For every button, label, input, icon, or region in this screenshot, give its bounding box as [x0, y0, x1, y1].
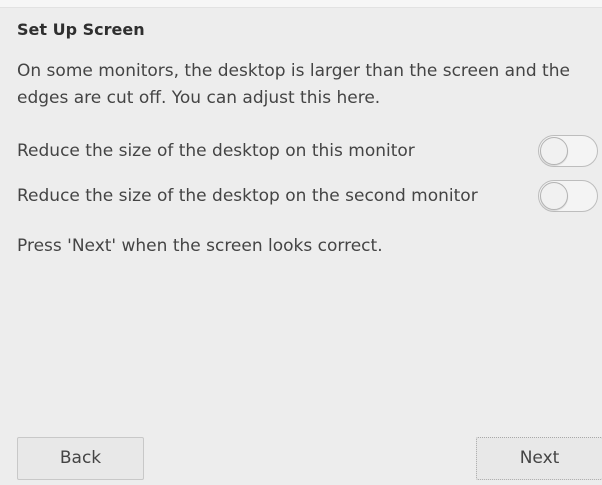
toggle-knob	[540, 137, 568, 165]
setup-screen-dialog: Set Up Screen On some monitors, the desk…	[0, 0, 602, 485]
window-top-strip	[0, 0, 602, 8]
instruction-note: Press 'Next' when the screen looks corre…	[17, 236, 383, 256]
reduce-desktop-this-monitor-toggle[interactable]	[538, 135, 598, 167]
toggle-knob	[540, 182, 568, 210]
reduce-desktop-this-monitor-label: Reduce the size of the desktop on this m…	[17, 141, 415, 161]
back-button[interactable]: Back	[17, 437, 144, 480]
reduce-desktop-second-monitor-toggle[interactable]	[538, 180, 598, 212]
page-title: Set Up Screen	[17, 20, 145, 39]
reduce-desktop-second-monitor-label: Reduce the size of the desktop on the se…	[17, 186, 478, 206]
next-button[interactable]: Next	[476, 437, 602, 480]
description-text: On some monitors, the desktop is larger …	[17, 61, 570, 108]
